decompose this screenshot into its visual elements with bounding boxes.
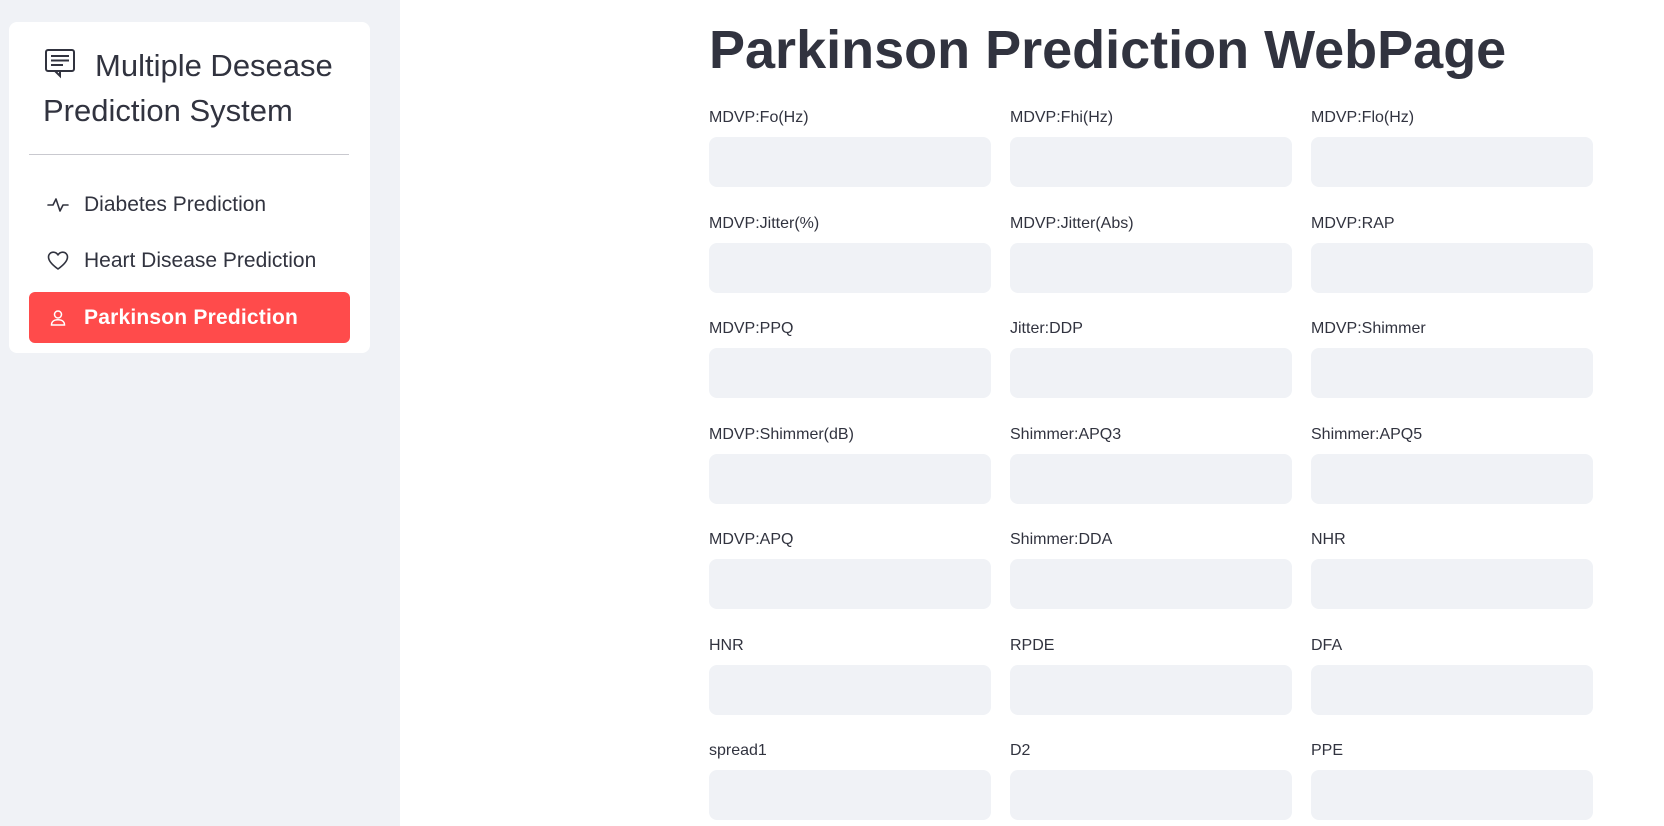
- ppe-input[interactable]: [1311, 770, 1593, 820]
- field-label: HNR: [709, 637, 744, 654]
- field-nhr: NHR: [1311, 530, 1593, 609]
- menu-divider: [29, 154, 349, 155]
- field-label: MDVP:Fhi(Hz): [1010, 109, 1114, 126]
- field-mdvp-flo-hz: MDVP:Flo(Hz): [1311, 108, 1593, 187]
- field-label: MDVP:RAP: [1311, 215, 1395, 232]
- main-content: Parkinson Prediction WebPage MDVP:Fo(Hz)…: [400, 0, 1664, 826]
- mdvp-jitter-abs-input[interactable]: [1010, 243, 1292, 293]
- menu-title: Multiple Desease Prediction System: [43, 43, 343, 133]
- menu-item-label: Heart Disease Prediction: [84, 248, 317, 272]
- rpde-input[interactable]: [1010, 665, 1292, 715]
- heart-icon: [47, 250, 69, 272]
- field-mdvp-ppq: MDVP:PPQ: [709, 319, 991, 398]
- field-label: RPDE: [1010, 637, 1055, 654]
- field-mdvp-fhi-hz: MDVP:Fhi(Hz): [1010, 108, 1292, 187]
- menu-item-label: Parkinson Prediction: [84, 305, 299, 329]
- field-rpde: RPDE: [1010, 636, 1292, 715]
- field-label: MDVP:Jitter(Abs): [1010, 215, 1134, 232]
- field-mdvp-jitter: MDVP:Jitter(%): [709, 214, 991, 293]
- person-icon: [47, 307, 69, 329]
- field-label: MDVP:Flo(Hz): [1311, 109, 1415, 126]
- field-dfa: DFA: [1311, 636, 1593, 715]
- field-label: Shimmer:APQ5: [1311, 426, 1423, 443]
- field-label: MDVP:APQ: [709, 531, 794, 548]
- spread1-input[interactable]: [709, 770, 991, 820]
- field-label: MDVP:Jitter(%): [709, 215, 820, 232]
- field-mdvp-shimmer-db: MDVP:Shimmer(dB): [709, 425, 991, 504]
- field-label: MDVP:Fo(Hz): [709, 109, 809, 126]
- field-mdvp-fo-hz: MDVP:Fo(Hz): [709, 108, 991, 187]
- shimmer-apq5-input[interactable]: [1311, 454, 1593, 504]
- field-mdvp-rap: MDVP:RAP: [1311, 214, 1593, 293]
- menu-item-diabetes-prediction[interactable]: Diabetes Prediction: [29, 179, 350, 230]
- option-menu: Multiple Desease Prediction System Diabe…: [9, 22, 370, 353]
- field-mdvp-apq: MDVP:APQ: [709, 530, 991, 609]
- hnr-input[interactable]: [709, 665, 991, 715]
- field-shimmer-dda: Shimmer:DDA: [1010, 530, 1292, 609]
- field-label: DFA: [1311, 637, 1343, 654]
- mdvp-shimmer-input[interactable]: [1311, 348, 1593, 398]
- field-ppe: PPE: [1311, 741, 1593, 820]
- page-title: Parkinson Prediction WebPage: [709, 20, 1507, 80]
- menu-item-parkinson-prediction[interactable]: Parkinson Prediction: [29, 292, 350, 343]
- chat-text-icon: [43, 46, 77, 80]
- mdvp-shimmer-db-input[interactable]: [709, 454, 991, 504]
- mdvp-rap-input[interactable]: [1311, 243, 1593, 293]
- shimmer-dda-input[interactable]: [1010, 559, 1292, 609]
- field-shimmer-apq3: Shimmer:APQ3: [1010, 425, 1292, 504]
- shimmer-apq3-input[interactable]: [1010, 454, 1292, 504]
- menu-title-text: Multiple Desease Prediction System: [43, 48, 333, 128]
- menu-item-heart-disease-prediction[interactable]: Heart Disease Prediction: [29, 235, 350, 286]
- field-label: MDVP:PPQ: [709, 320, 794, 337]
- field-spread1: spread1: [709, 741, 991, 820]
- field-mdvp-jitter-abs: MDVP:Jitter(Abs): [1010, 214, 1292, 293]
- nhr-input[interactable]: [1311, 559, 1593, 609]
- field-label: Shimmer:APQ3: [1010, 426, 1122, 443]
- mdvp-flo-hz-input[interactable]: [1311, 137, 1593, 187]
- mdvp-jitter-input[interactable]: [709, 243, 991, 293]
- field-label: D2: [1010, 742, 1031, 759]
- menu-item-label: Diabetes Prediction: [84, 192, 267, 216]
- mdvp-fhi-hz-input[interactable]: [1010, 137, 1292, 187]
- mdvp-fo-hz-input[interactable]: [709, 137, 991, 187]
- dfa-input[interactable]: [1311, 665, 1593, 715]
- activity-icon: [47, 194, 69, 216]
- sidebar: Multiple Desease Prediction System Diabe…: [0, 0, 400, 826]
- field-label: MDVP:Shimmer(dB): [709, 426, 854, 443]
- field-mdvp-shimmer: MDVP:Shimmer: [1311, 319, 1593, 398]
- field-label: NHR: [1311, 531, 1346, 548]
- field-label: PPE: [1311, 742, 1344, 759]
- field-label: MDVP:Shimmer: [1311, 320, 1426, 337]
- d2-input[interactable]: [1010, 770, 1292, 820]
- mdvp-apq-input[interactable]: [709, 559, 991, 609]
- field-label: Shimmer:DDA: [1010, 531, 1113, 548]
- mdvp-ppq-input[interactable]: [709, 348, 991, 398]
- field-label: spread1: [709, 742, 767, 759]
- field-jitter-ddp: Jitter:DDP: [1010, 319, 1292, 398]
- app-root: Multiple Desease Prediction System Diabe…: [0, 0, 1664, 826]
- jitter-ddp-input[interactable]: [1010, 348, 1292, 398]
- field-hnr: HNR: [709, 636, 991, 715]
- field-shimmer-apq5: Shimmer:APQ5: [1311, 425, 1593, 504]
- field-d2: D2: [1010, 741, 1292, 820]
- field-label: Jitter:DDP: [1010, 320, 1083, 337]
